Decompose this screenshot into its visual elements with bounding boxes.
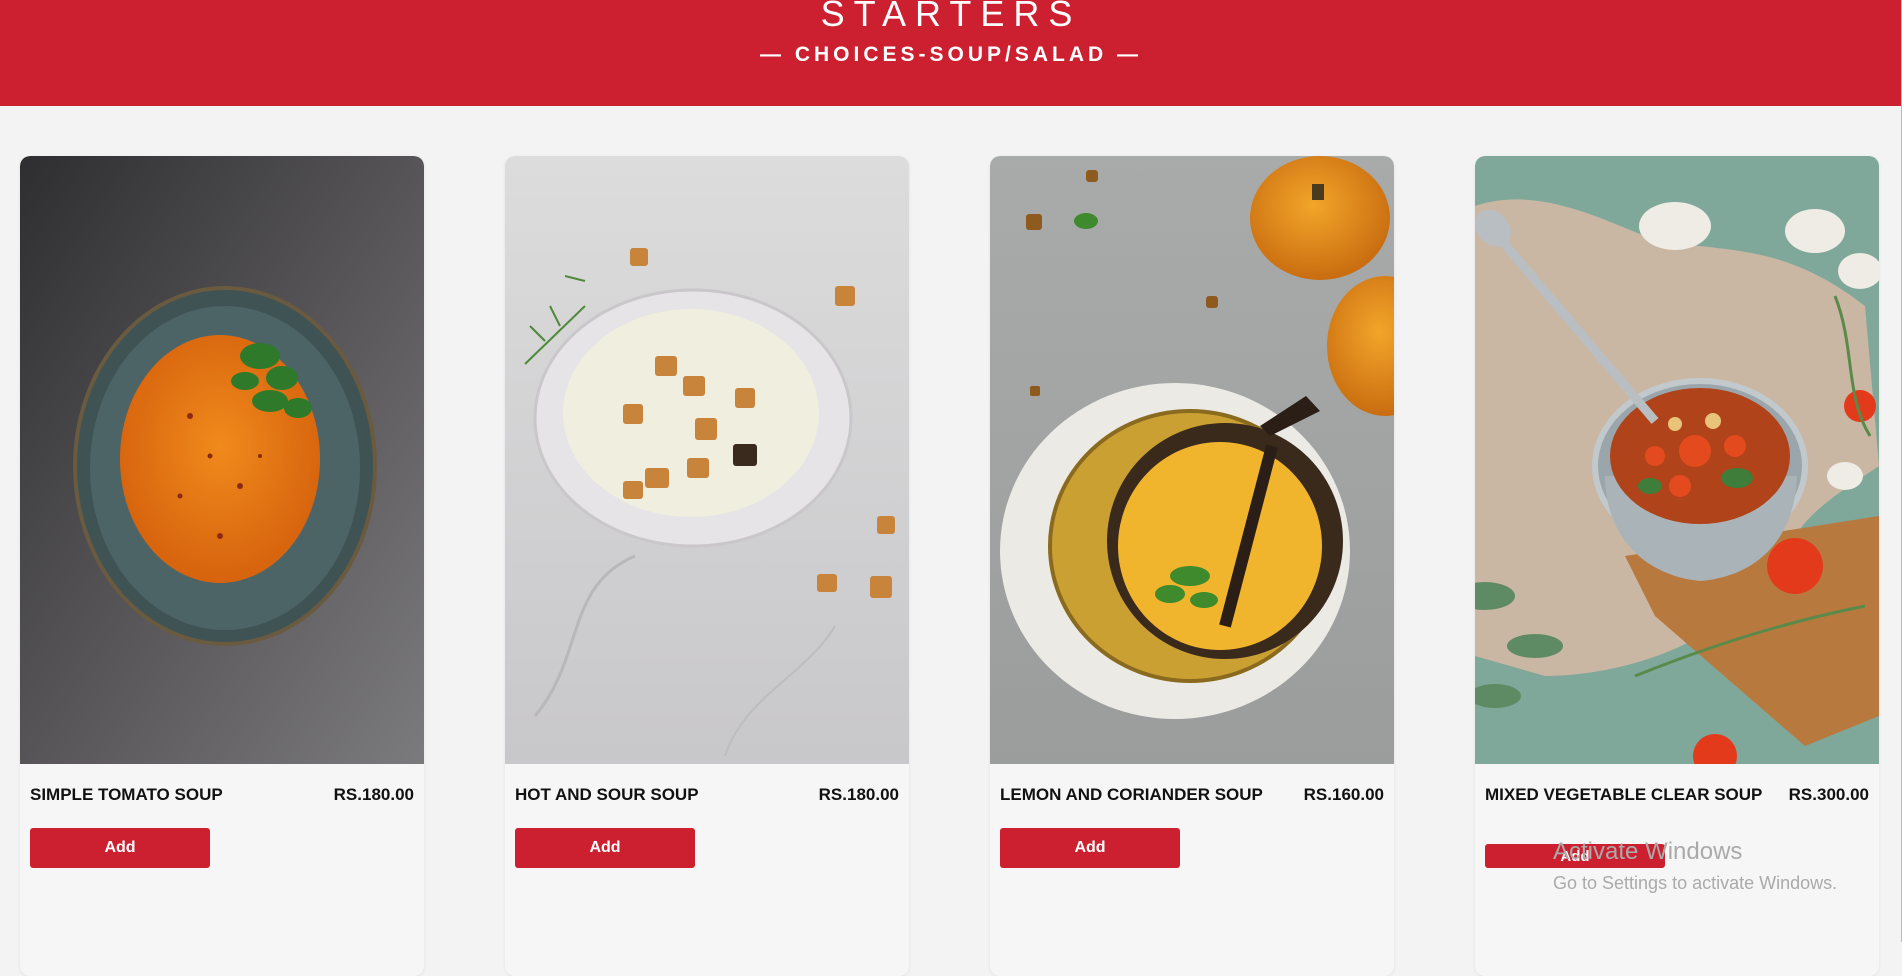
item-price: RS.180.00 xyxy=(818,785,899,804)
add-button-hot-and-sour-soup[interactable]: Add xyxy=(515,828,695,868)
item-price: RS.180.00 xyxy=(333,785,414,804)
mixed-vegetable-soup-photo xyxy=(1475,156,1879,764)
section-title: STARTERS xyxy=(820,0,1082,34)
menu-card-mixed-vegetable-clear-soup: MIXED VEGETABLE CLEAR SOUP RS.300.00 Add xyxy=(1475,156,1879,976)
add-button-mixed-vegetable-clear-soup[interactable]: Add xyxy=(1485,844,1665,868)
tomato-soup-photo xyxy=(20,156,424,764)
section-subtitle: — CHOICES-SOUP/SALAD — xyxy=(759,43,1143,66)
item-price: RS.160.00 xyxy=(1303,785,1384,804)
item-name: HOT AND SOUR SOUP xyxy=(515,785,699,804)
menu-card-simple-tomato-soup: SIMPLE TOMATO SOUP RS.180.00 Add xyxy=(20,156,424,976)
menu-card-lemon-and-coriander-soup: LEMON AND CORIANDER SOUP RS.160.00 Add xyxy=(990,156,1394,976)
item-name: LEMON AND CORIANDER SOUP xyxy=(1000,785,1263,804)
lemon-coriander-soup-photo xyxy=(990,156,1394,764)
add-button-lemon-and-coriander-soup[interactable]: Add xyxy=(1000,828,1180,868)
item-name: SIMPLE TOMATO SOUP xyxy=(30,785,223,804)
item-price: RS.300.00 xyxy=(1788,785,1869,804)
hot-and-sour-soup-photo xyxy=(505,156,909,764)
add-button-simple-tomato-soup[interactable]: Add xyxy=(30,828,210,868)
menu-header: STARTERS — CHOICES-SOUP/SALAD — xyxy=(0,0,1902,106)
item-name: MIXED VEGETABLE CLEAR SOUP xyxy=(1485,785,1763,804)
menu-card-hot-and-sour-soup: HOT AND SOUR SOUP RS.180.00 Add xyxy=(505,156,909,976)
